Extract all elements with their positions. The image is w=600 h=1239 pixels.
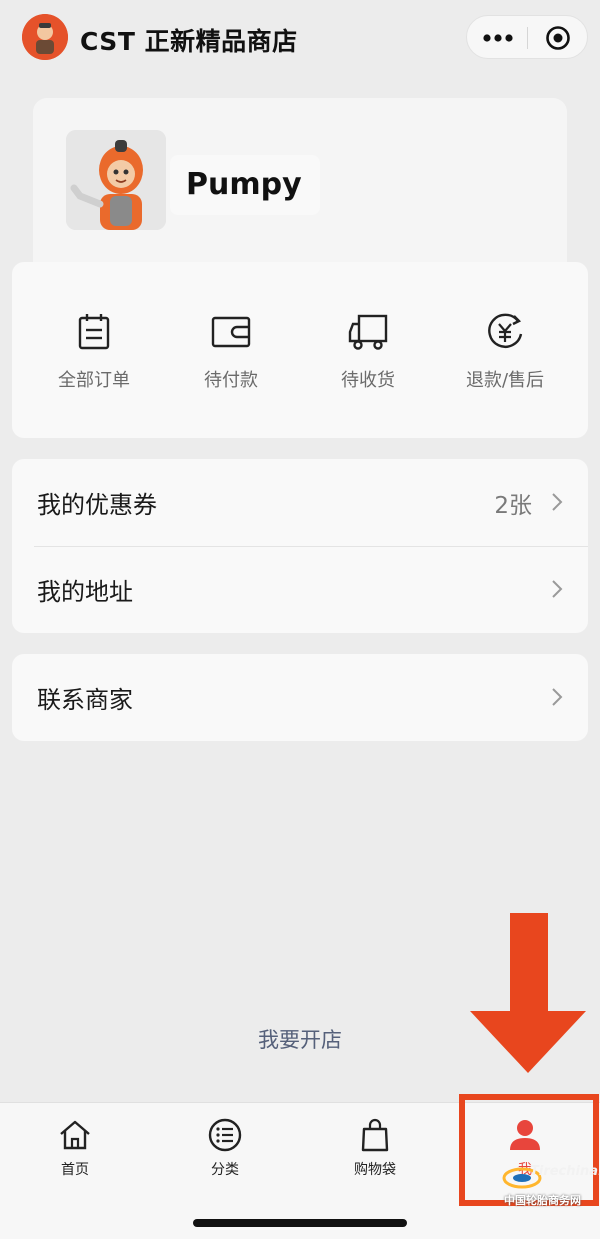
contact-merchant-row[interactable]: 联系商家 (12, 654, 588, 741)
annotation-arrow-icon (470, 913, 586, 1073)
truck-icon (348, 314, 388, 350)
tab-home[interactable]: 首页 (35, 1117, 115, 1179)
tab-bag-label: 购物袋 (354, 1162, 396, 1178)
address-row[interactable]: 我的地址 (12, 546, 588, 633)
order-pending-receipt[interactable]: 待收货 (300, 312, 436, 402)
shop-logo (22, 14, 68, 60)
target-circle-icon[interactable] (545, 25, 571, 51)
home-indicator (193, 1219, 407, 1227)
order-all-label: 全部订单 (58, 370, 130, 391)
top-bar: CST 正新精品商店 (0, 0, 600, 76)
capsule-divider (527, 27, 528, 49)
watermark: Tirechina.net 中国轮胎商务网 (500, 1164, 600, 1230)
contact-card: 联系商家 (12, 654, 588, 741)
watermark-brand: Tirechina.net (530, 1164, 600, 1179)
chevron-right-icon (552, 493, 563, 511)
watermark-text: 中国轮胎商务网 (504, 1194, 581, 1207)
tab-bag[interactable]: 购物袋 (335, 1117, 415, 1179)
order-pending-payment[interactable]: 待付款 (163, 312, 299, 402)
tab-category-label: 分类 (211, 1162, 239, 1178)
clipboard-icon (78, 314, 110, 350)
contact-merchant-label: 联系商家 (37, 686, 133, 714)
username: Pumpy (170, 155, 320, 215)
order-refund[interactable]: 退款/售后 (437, 312, 573, 402)
chevron-right-icon (552, 688, 563, 706)
home-icon (60, 1120, 90, 1150)
list-icon (208, 1118, 242, 1152)
account-menu-card: 我的优惠券 2张 我的地址 (12, 459, 588, 633)
wallet-icon (211, 316, 251, 348)
tab-home-label: 首页 (61, 1162, 89, 1178)
order-pending-payment-label: 待付款 (204, 370, 258, 391)
order-pending-receipt-label: 待收货 (341, 370, 395, 391)
mini-program-capsule (466, 15, 588, 59)
order-all[interactable]: 全部订单 (26, 312, 162, 402)
coupons-count: 2张 (494, 492, 532, 519)
tab-category[interactable]: 分类 (185, 1117, 265, 1179)
order-refund-label: 退款/售后 (465, 370, 545, 391)
bag-icon (361, 1118, 389, 1152)
orders-card: 全部订单 待付款 待收货 退款/售后 (12, 262, 588, 438)
coupons-label: 我的优惠券 (37, 491, 157, 519)
shop-name: CST 正新精品商店 (80, 27, 298, 56)
yuan-refund-icon (488, 313, 523, 348)
more-dots-icon[interactable] (483, 32, 513, 44)
address-label: 我的地址 (37, 578, 133, 606)
avatar[interactable] (66, 130, 166, 230)
coupons-row[interactable]: 我的优惠券 2张 (12, 459, 588, 546)
chevron-right-icon (552, 580, 563, 598)
